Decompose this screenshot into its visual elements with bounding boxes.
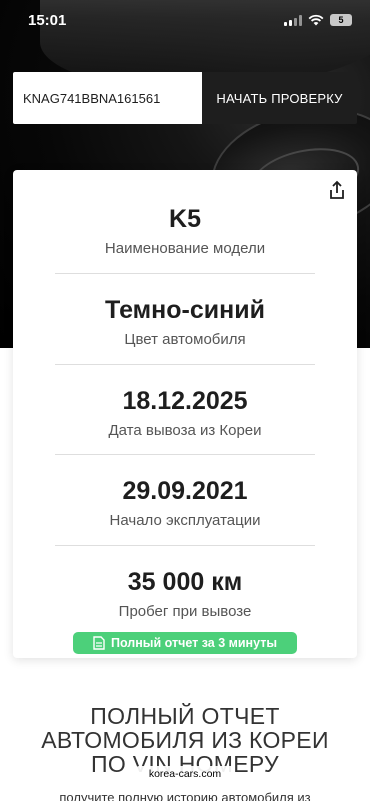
color-label: Цвет автомобиля [124, 331, 246, 348]
headline-line: ПОЛНЫЙ ОТЧЕТ [90, 703, 280, 729]
site-watermark: korea-cars.com [136, 766, 234, 782]
mileage-label: Пробег при вывозе [118, 603, 252, 620]
info-row-color: Темно-синий Цвет автомобиля [55, 295, 315, 349]
info-row-model: K5 Наименование модели [55, 204, 315, 258]
share-icon[interactable] [327, 180, 347, 200]
headline-line: АВТОМОБИЛЯ ИЗ КОРЕИ [41, 727, 329, 753]
vehicle-info-card: K5 Наименование модели Темно-синий Цвет … [13, 170, 357, 658]
export-date-label: Дата вывоза из Кореи [108, 422, 262, 439]
start-date-value: 29.09.2021 [122, 477, 248, 505]
info-row-mileage: 35 000 км Пробег при вывозе [55, 567, 315, 621]
start-check-button[interactable]: НАЧАТЬ ПРОВЕРКУ [202, 72, 357, 124]
full-report-badge[interactable]: Полный отчет за 3 минуты [73, 632, 297, 654]
vin-input[interactable] [13, 72, 202, 124]
divider [55, 364, 315, 365]
battery-icon: 5 [330, 14, 352, 26]
divider [55, 273, 315, 274]
mileage-value: 35 000 км [127, 568, 243, 596]
status-bar: 15:01 5 [0, 0, 370, 44]
cellular-signal-icon [284, 14, 302, 26]
divider [55, 545, 315, 546]
full-report-label: Полный отчет за 3 минуты [111, 636, 277, 650]
promo-subline: получите полную историю автомобиля из [59, 790, 311, 801]
info-row-start-date: 29.09.2021 Начало эксплуатации [55, 476, 315, 530]
status-time: 15:01 [28, 12, 67, 29]
model-value: K5 [169, 205, 201, 233]
wifi-icon [308, 14, 324, 26]
start-date-label: Начало эксплуатации [109, 512, 261, 529]
color-value: Темно-синий [105, 296, 265, 324]
export-date-value: 18.12.2025 [122, 387, 248, 415]
info-row-export-date: 18.12.2025 Дата вывоза из Кореи [55, 386, 315, 440]
document-icon [93, 636, 105, 650]
status-icons: 5 [284, 14, 352, 26]
model-label: Наименование модели [104, 240, 266, 257]
divider [55, 454, 315, 455]
vin-search-bar: НАЧАТЬ ПРОВЕРКУ [13, 72, 357, 124]
